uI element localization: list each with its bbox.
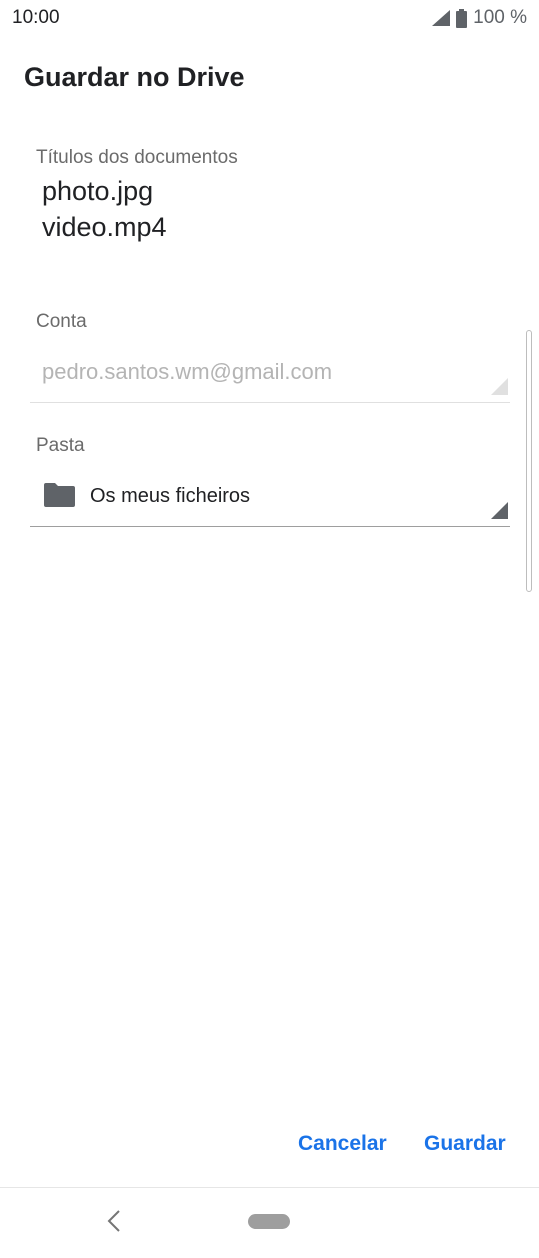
account-dropdown[interactable]: pedro.santos.wm@gmail.com [30, 350, 510, 403]
folder-value: Os meus ficheiros [90, 485, 251, 507]
save-button[interactable]: Guardar [418, 1128, 512, 1160]
battery-percentage: 100 % [473, 7, 527, 28]
dialog-title: Guardar no Drive [24, 62, 245, 92]
document-title-item[interactable]: photo.jpg [42, 176, 153, 207]
folder-label: Pasta [36, 435, 85, 456]
home-button[interactable] [248, 1214, 290, 1229]
signal-icon [432, 10, 451, 26]
status-bar: 10:00 100 % [0, 0, 539, 38]
dropdown-corner-icon [491, 378, 508, 400]
account-label: Conta [36, 311, 87, 332]
dropdown-corner-icon [491, 502, 508, 524]
document-title-item[interactable]: video.mp4 [42, 212, 167, 243]
status-indicators: 100 % [432, 7, 527, 29]
status-time: 10:00 [12, 7, 60, 28]
back-icon[interactable] [103, 1208, 125, 1234]
account-value: pedro.santos.wm@gmail.com [42, 359, 333, 384]
navigation-divider [0, 1187, 539, 1188]
scrollbar[interactable] [526, 330, 532, 592]
cancel-button[interactable]: Cancelar [292, 1128, 393, 1160]
document-titles-label: Títulos dos documentos [36, 147, 238, 168]
battery-icon [456, 8, 468, 28]
folder-icon [44, 483, 75, 512]
folder-dropdown[interactable]: Os meus ficheiros [30, 472, 510, 527]
